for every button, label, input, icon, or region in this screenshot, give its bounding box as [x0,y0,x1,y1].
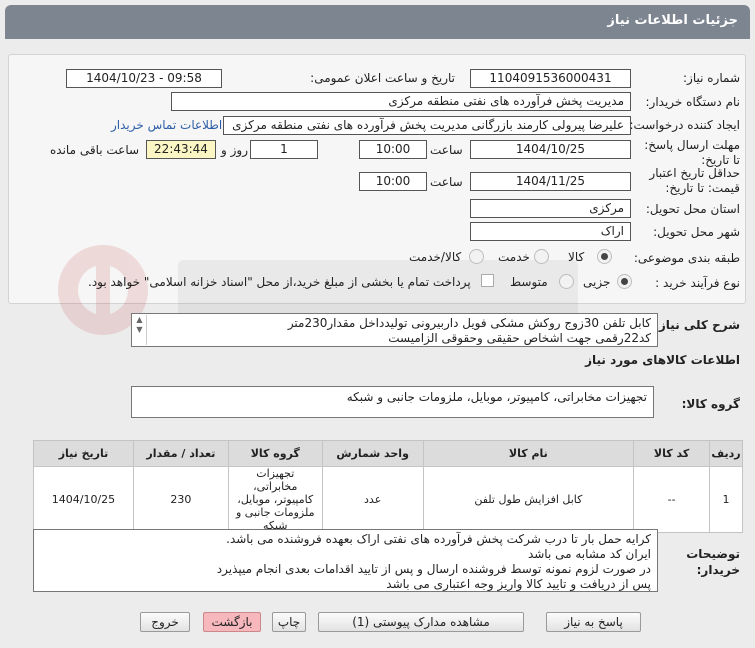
need-number-field: 1104091536000431 [470,69,631,88]
summary-line-1: کابل تلفن 30زوج روکش مشکی فویل داربیرونی… [287,316,651,330]
reply-time-label: ساعت [430,143,463,157]
category-label: طبقه بندی موضوعی: [633,251,740,265]
reply-date-field: 1404/10/25 [470,140,631,159]
category-option-goods: کالا [568,250,585,264]
category-radio-goods-service[interactable] [469,249,484,264]
goods-group-label: گروه کالا: [681,397,740,411]
summary-label: شرح کلی نیاز: [654,318,740,332]
category-radio-service[interactable] [534,249,549,264]
reply-days-field: 1 [250,140,318,159]
reply-time-field: 10:00 [359,140,427,159]
buyer-org-label: نام دستگاه خریدار: [645,95,741,109]
col-group: گروه کالا [227,440,323,467]
reply-button[interactable]: پاسخ به نیاز [546,612,641,632]
buyer-note-line-2: ایران کد مشابه می باشد [527,547,651,561]
goods-info-title: اطلاعات کالاهای مورد نیاز [585,353,740,367]
print-button[interactable]: چاپ [272,612,306,632]
cell-qty: 230 [132,466,229,533]
price-validity-time-field: 10:00 [359,172,427,191]
buyer-note-line-3: در صورت لزوم نمونه توسط فروشنده ارسال و … [216,562,651,576]
col-row: ردیف [709,440,743,467]
category-option-goods-service: کالا/خدمت [409,250,462,264]
purchase-radio-minor[interactable] [617,274,632,289]
treasury-checkbox-text: پرداخت تمام یا بخشی از مبلغ خرید،از محل … [88,275,471,289]
items-table: ردیف کد کالا نام کالا واحد شمارش گروه کا… [33,440,743,533]
goods-group-field: تجهیزات مخابراتی، کامپیوتر، موبایل، ملزو… [131,386,654,418]
province-field: مرکزی [470,199,631,218]
requester-label: ایجاد کننده درخواست: [629,118,740,132]
announce-datetime-label: تاریخ و ساعت اعلان عمومی: [310,71,455,85]
summary-line-2: کد22رقمی جهت اشخاص حقیقی وحقوقی الزامیست [388,331,651,345]
table-row: 1 -- کابل افزایش طول تلفن عدد تجهیزات مخ… [33,466,743,533]
col-unit: واحد شمارش [321,440,424,467]
buyer-contact-link[interactable]: اطلاعات تماس خریدار [111,118,222,132]
col-qty: تعداد / مقدار [132,440,229,467]
buyer-note-line-1: کرایه حمل بار تا درب شرکت پخش فرآورده ها… [226,532,651,546]
need-number-label: شماره نیاز: [683,71,740,85]
buyer-note-line-4: پس از دریافت و تایید کالا واریز وجه اعتب… [386,577,651,591]
days-label: روز و [221,143,248,157]
page-title: جزئیات اطلاعات نیاز [607,13,738,28]
purchase-radio-medium[interactable] [559,274,574,289]
cell-name: کابل افزایش طول تلفن [422,466,635,533]
purchase-option-minor: جزیی [583,275,611,289]
category-option-service: خدمت [498,250,530,264]
exit-button[interactable]: خروج [140,612,190,632]
buyer-notes-label: توضیحات خریدار: [686,547,740,577]
buyer-org-field: مدیریت پخش فرآورده های نفتی منطقه مرکزی [171,92,631,111]
items-table-header: ردیف کد کالا نام کالا واحد شمارش گروه کا… [33,440,743,467]
city-field: اراک [470,222,631,241]
price-validity-date-field: 1404/11/25 [470,172,631,191]
view-attachments-button[interactable]: مشاهده مدارک پیوستی (1) [318,612,524,632]
col-code: کد کالا [633,440,711,467]
purchase-type-label: نوع فرآیند خرید : [655,276,740,290]
cell-date: 1404/10/25 [33,466,134,533]
remaining-label: ساعت باقی مانده [50,143,140,157]
province-label: استان محل تحویل: [645,202,740,216]
cell-unit: عدد [321,466,424,533]
announce-datetime-field: 1404/10/23 - 09:58 [66,69,222,88]
requester-field: علیرضا پیرولی کارمند بازرگانی مدیریت پخش… [223,116,631,135]
price-validity-time-label: ساعت [430,175,463,189]
price-validity-label: حداقل تاریخ اعتبار قیمت: تا تاریخ: [649,166,740,195]
col-name: نام کالا [422,440,635,467]
cell-code: -- [633,466,711,533]
col-date: تاریخ نیاز [33,440,134,467]
page-header: جزئیات اطلاعات نیاز [5,5,750,39]
back-button[interactable]: بازگشت [203,612,261,632]
city-label: شهر محل تحویل: [653,225,740,239]
reply-deadline-label: مهلت ارسال پاسخ: تا تاریخ: [644,138,740,167]
treasury-checkbox[interactable] [481,274,494,287]
summary-scroll-arrows-icon[interactable]: ▲ ▼ [133,315,147,345]
purchase-option-medium: متوسط [510,275,548,289]
cell-group: تجهیزات مخابراتی، کامپیوتر، موبایل، ملزو… [227,466,323,533]
category-radio-goods[interactable] [597,249,612,264]
buyer-notes-box: کرایه حمل بار تا درب شرکت پخش فرآورده ها… [33,529,658,592]
cell-row: 1 [709,466,743,533]
summary-textarea[interactable]: کابل تلفن 30زوج روکش مشکی فویل داربیرونی… [131,313,658,347]
remaining-time-field: 22:43:44 [146,140,216,159]
